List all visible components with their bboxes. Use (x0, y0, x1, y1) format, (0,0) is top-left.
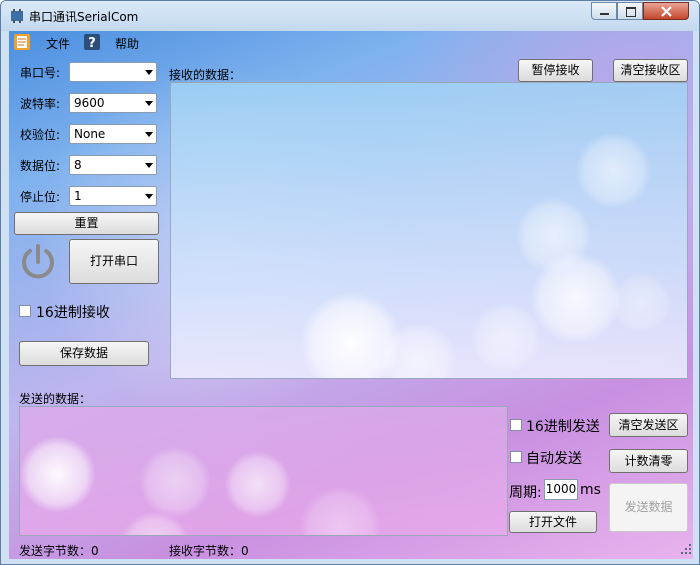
hex-receive-label: 16进制接收 (36, 305, 110, 321)
maximize-icon (626, 7, 636, 17)
auto-send-checkbox[interactable] (510, 451, 522, 463)
databits-label: 数据位: (20, 159, 61, 173)
close-icon (661, 6, 672, 17)
hex-send-checkbox[interactable] (510, 419, 522, 431)
parity-select[interactable]: None (69, 124, 157, 144)
chevron-down-icon (145, 101, 153, 106)
reset-count-button[interactable]: 计数清零 (609, 449, 688, 473)
receive-textarea[interactable] (170, 82, 688, 379)
auto-send-label: 自动发送 (526, 451, 582, 467)
recv-bytes-label: 接收字节数： (169, 544, 242, 558)
parity-label: 校验位: (20, 128, 61, 142)
menu-bar: 文件 ? 帮助 (9, 31, 693, 53)
app-window: 串口通讯SerialCom 文件 ? 帮助 串口号: 波特率: 9600 校验位… (0, 0, 700, 565)
window-title: 串口通讯SerialCom (29, 10, 139, 24)
receive-label: 接收的数据： (169, 68, 242, 82)
save-data-button[interactable]: 保存数据 (19, 341, 149, 366)
clear-send-button[interactable]: 清空发送区 (609, 413, 688, 437)
chevron-down-icon (145, 70, 153, 75)
stopbits-select[interactable]: 1 (69, 186, 157, 206)
stopbits-label: 停止位: (20, 190, 61, 204)
clear-receive-button[interactable]: 清空接收区 (613, 59, 688, 82)
client-area: 文件 ? 帮助 串口号: 波特率: 9600 校验位: None 数据位: 8 (9, 31, 693, 559)
baud-label: 波特率: (20, 97, 61, 111)
resize-grip-icon[interactable] (680, 543, 692, 555)
svg-text:?: ? (88, 36, 96, 51)
port-label: 串口号: (20, 66, 61, 80)
open-file-button[interactable]: 打开文件 (509, 511, 597, 533)
title-bar: 串口通讯SerialCom (1, 1, 699, 31)
menu-file[interactable]: 文件 (46, 35, 70, 52)
hex-receive-checkbox[interactable] (19, 305, 31, 317)
sent-bytes-value: 0 (91, 544, 99, 558)
close-button[interactable] (643, 2, 689, 20)
databits-select[interactable]: 8 (69, 155, 157, 175)
databits-value: 8 (74, 158, 82, 172)
send-data-button[interactable]: 发送数据 (609, 483, 688, 532)
sent-bytes-label: 发送字节数： (19, 544, 92, 558)
reset-button[interactable]: 重置 (14, 212, 159, 235)
minimize-icon (600, 13, 609, 15)
send-label: 发送的数据： (19, 392, 92, 406)
pause-receive-button[interactable]: 暂停接收 (518, 59, 593, 82)
minimize-button[interactable] (591, 2, 617, 20)
file-menu-icon[interactable] (13, 33, 31, 51)
recv-bytes-status: 接收字节数：0 (169, 542, 249, 559)
parity-value: None (74, 127, 106, 141)
period-input[interactable]: 1000 (544, 479, 578, 500)
baud-value: 9600 (74, 96, 105, 110)
period-unit: ms (580, 482, 601, 498)
port-select[interactable] (69, 62, 157, 82)
help-menu-icon[interactable]: ? (83, 33, 101, 51)
period-label: 周期: (509, 485, 542, 501)
maximize-button[interactable] (617, 2, 643, 20)
baud-select[interactable]: 9600 (69, 93, 157, 113)
recv-bytes-value: 0 (241, 544, 249, 558)
open-port-button[interactable]: 打开串口 (69, 239, 159, 284)
sent-bytes-status: 发送字节数：0 (19, 542, 99, 559)
power-icon (22, 244, 54, 279)
menu-help[interactable]: 帮助 (115, 35, 139, 52)
chevron-down-icon (145, 194, 153, 199)
chevron-down-icon (145, 163, 153, 168)
hex-send-label: 16进制发送 (526, 419, 600, 435)
stopbits-value: 1 (74, 189, 82, 203)
chevron-down-icon (145, 132, 153, 137)
send-textarea[interactable] (19, 406, 508, 536)
app-icon (11, 9, 23, 23)
